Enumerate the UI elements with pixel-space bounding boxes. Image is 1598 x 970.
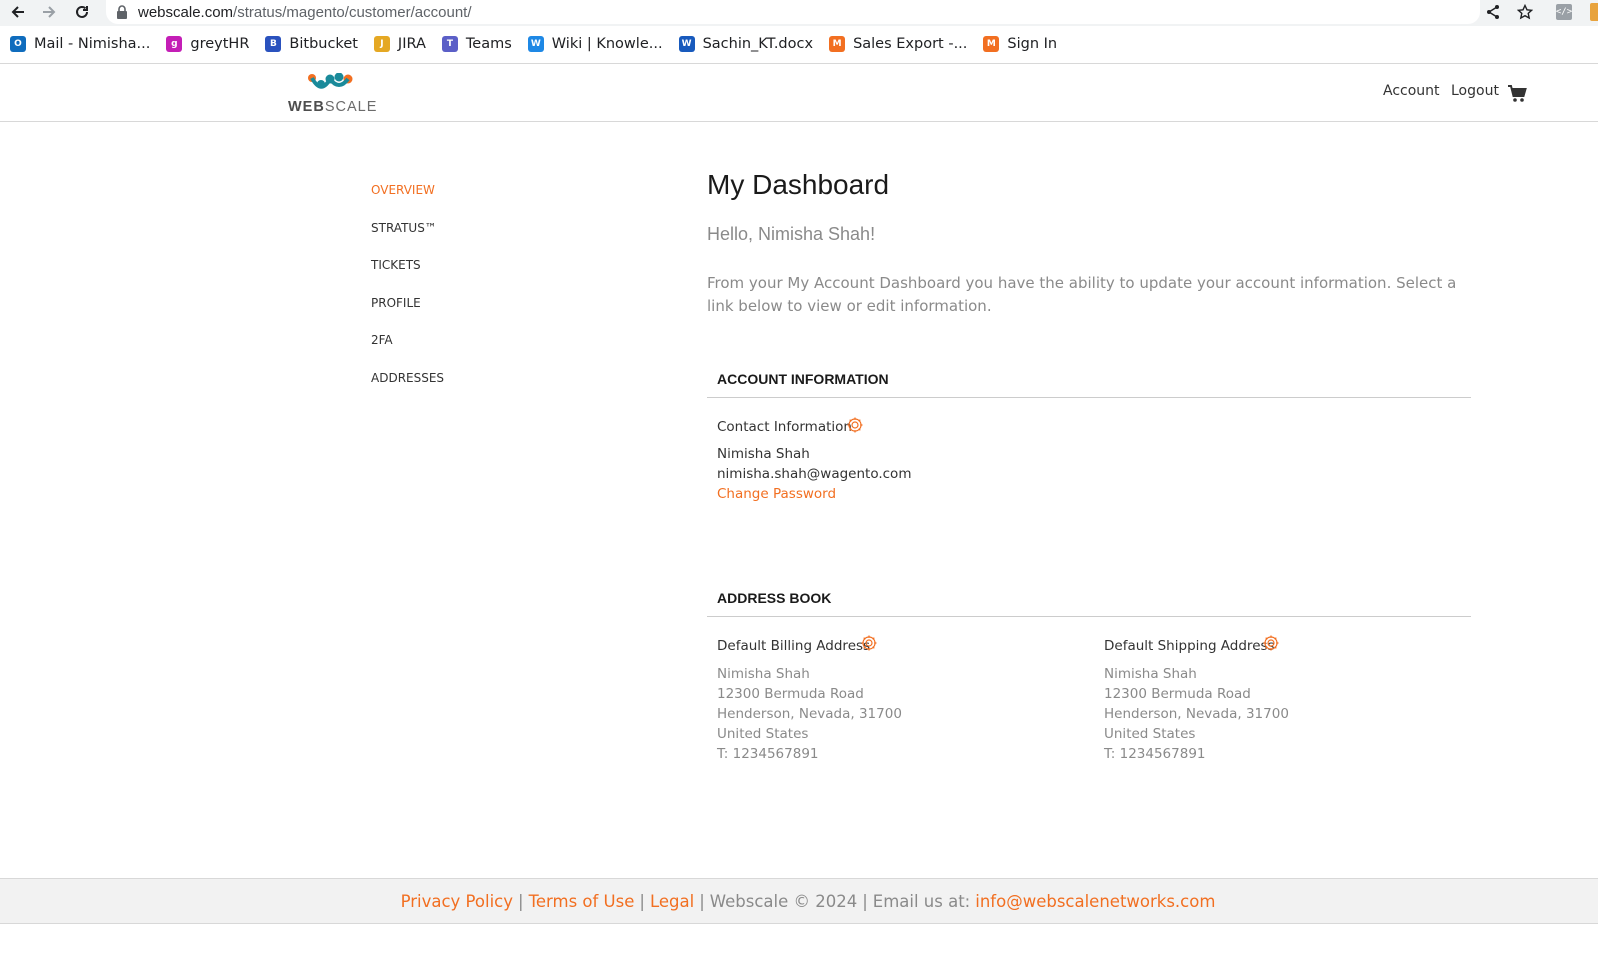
bookmark-item[interactable]: B Bitbucket [265, 30, 358, 58]
site-header: WEBSCALE Account Logout [0, 63, 1598, 122]
bookmark-label: Bitbucket [289, 36, 358, 52]
bookmark-star-button[interactable] [1515, 2, 1535, 22]
logo-wordmark: WEBSCALE [288, 99, 378, 115]
gear-icon[interactable] [1262, 634, 1280, 652]
word-icon: W [678, 36, 695, 52]
footer-separator: | [862, 891, 868, 911]
greeting: Hello, Nimisha Shah! [707, 224, 876, 244]
email-prefix: Email us at: [872, 891, 971, 911]
sidebar-item-stratus[interactable]: STRATUS™ [371, 221, 437, 235]
bookmark-item[interactable]: T Teams [441, 30, 512, 58]
page-title: My Dashboard [707, 169, 890, 200]
default-shipping-address-title: Default Shipping Address [1104, 638, 1275, 654]
intro-text: From your My Account Dashboard you have … [707, 274, 1457, 315]
teams-icon: T [441, 36, 458, 52]
billing-street: 12300 Bermuda Road [717, 686, 864, 702]
account-information-heading: ACCOUNT INFORMATION [717, 371, 889, 387]
bookmark-item[interactable]: g greytHR [166, 30, 249, 58]
contact-information-title: Contact Information [717, 419, 852, 435]
magento-icon: M [983, 36, 1000, 52]
default-billing-address-title: Default Billing Address [717, 638, 871, 654]
footer-separator: | [639, 891, 645, 911]
section-divider [707, 616, 1471, 617]
copyright-text: Webscale © 2024 [709, 891, 858, 911]
logout-link[interactable]: Logout [1451, 83, 1499, 99]
bookmark-label: Sachin_KT.docx [702, 36, 814, 52]
billing-name: Nimisha Shah [717, 666, 810, 682]
billing-city: Henderson, Nevada, 31700 [717, 706, 902, 722]
share-icon [1487, 5, 1499, 19]
bookmark-item[interactable]: O Mail - Nimisha... [10, 30, 150, 58]
reload-icon [76, 5, 88, 18]
contact-name: Nimisha Shah [717, 446, 810, 462]
sidebar-item-profile[interactable]: PROFILE [371, 296, 421, 310]
arrow-left-icon [11, 6, 24, 18]
bookmark-label: Wiki | Knowle... [551, 36, 663, 52]
footer-email-link[interactable]: info@webscalenetworks.com [975, 892, 1215, 911]
shipping-country: United States [1104, 726, 1196, 742]
shipping-city: Henderson, Nevada, 31700 [1104, 706, 1289, 722]
terms-of-use-link[interactable]: Terms of Use [529, 892, 635, 911]
section-divider [707, 397, 1471, 398]
gear-icon[interactable] [846, 416, 864, 434]
magento-icon: M [829, 36, 846, 52]
address-book-heading: ADDRESS BOOK [717, 590, 832, 606]
bookmark-label: Sales Export -... [853, 36, 968, 52]
bookmark-label: Teams [465, 36, 512, 52]
legal-link[interactable]: Legal [650, 892, 694, 911]
site-footer: Privacy Policy | Terms of Use | Legal | … [0, 878, 1598, 924]
outlook-icon: O [10, 36, 26, 52]
greythr-icon: g [166, 36, 183, 52]
browser-toolbar: webscale.com/stratus/magento/customer/ac… [0, 0, 1598, 26]
arrow-right-icon [43, 6, 56, 18]
account-link[interactable]: Account [1383, 83, 1440, 99]
star-icon [1517, 4, 1533, 20]
footer-separator: | [699, 891, 705, 911]
bookmarks-bar: O Mail - Nimisha... g greytHR B Bitbucket J JIR… [0, 26, 1598, 62]
address-bar[interactable]: webscale.com/stratus/magento/customer/ac… [106, 0, 1480, 24]
gear-icon[interactable] [860, 634, 878, 652]
billing-phone: T: 1234567891 [717, 746, 819, 762]
bookmark-label: Sign In [1007, 36, 1058, 52]
bookmark-item[interactable]: W Sachin_KT.docx [678, 30, 814, 58]
webscale-logo-mark-icon [308, 73, 353, 89]
contact-email: nimisha.shah@wagento.com [717, 466, 912, 482]
bookmark-item[interactable]: M Sales Export -... [829, 30, 967, 58]
reload-button[interactable] [71, 1, 93, 23]
bookmark-label: greytHR [190, 36, 250, 52]
sidebar-item-2fa[interactable]: 2FA [371, 333, 393, 347]
sidebar-item-addresses[interactable]: ADDRESSES [371, 371, 444, 385]
wiki-icon: W [527, 36, 544, 52]
shipping-street: 12300 Bermuda Road [1104, 686, 1251, 702]
webscale-logo[interactable]: WEBSCALE [288, 73, 378, 115]
footer-separator: | [518, 891, 524, 911]
cart-icon[interactable] [1507, 84, 1527, 104]
shipping-phone: T: 1234567891 [1104, 746, 1206, 762]
bitbucket-icon: B [265, 36, 282, 52]
bookmark-label: JIRA [397, 36, 426, 52]
billing-country: United States [717, 726, 809, 742]
change-password-link[interactable]: Change Password [717, 486, 836, 502]
share-button[interactable] [1483, 2, 1503, 22]
url-path: /stratus/magento/customer/account/ [233, 3, 472, 21]
sidebar-item-tickets[interactable]: TICKETS [371, 258, 421, 272]
extension-icon[interactable] [1590, 3, 1598, 21]
bookmark-item[interactable]: J JIRA [373, 30, 426, 58]
extension-code-icon[interactable]: </> [1556, 4, 1572, 20]
bookmark-item[interactable]: M Sign In [983, 30, 1057, 58]
jira-icon: J [373, 36, 390, 52]
url-host: webscale.com [138, 3, 234, 21]
sidebar-item-overview[interactable]: OVERVIEW [371, 183, 435, 197]
forward-button[interactable] [38, 1, 60, 23]
back-button[interactable] [7, 1, 29, 23]
bookmark-item[interactable]: W Wiki | Knowle... [527, 30, 663, 58]
bookmark-label: Mail - Nimisha... [34, 36, 151, 52]
shipping-name: Nimisha Shah [1104, 666, 1197, 682]
lock-icon [117, 5, 127, 19]
privacy-policy-link[interactable]: Privacy Policy [401, 892, 513, 911]
